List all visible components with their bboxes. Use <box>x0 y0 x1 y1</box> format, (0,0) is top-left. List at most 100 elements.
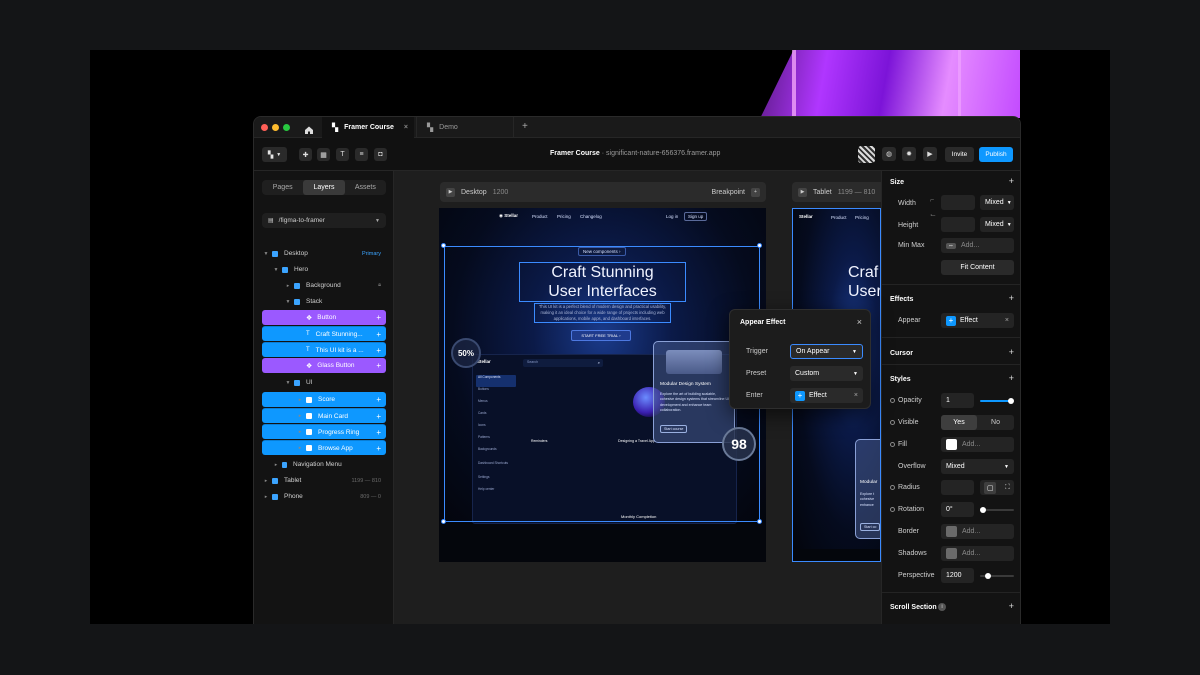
add-icon[interactable]: + <box>376 361 381 370</box>
opacity-field[interactable]: 1 <box>941 393 974 408</box>
lock-icon[interactable]: 🔒︎ <box>378 282 381 289</box>
info-icon[interactable]: i <box>938 603 946 611</box>
layer-browse-app[interactable]: ▸ Browse App + <box>262 440 386 455</box>
site-nav-pricing[interactable]: Pricing <box>557 214 571 219</box>
perspective-slider-knob[interactable] <box>985 573 991 579</box>
chevron-down-icon[interactable]: ▼ <box>284 380 292 386</box>
width-field[interactable] <box>941 195 975 210</box>
remove-icon[interactable]: × <box>1005 317 1009 324</box>
maximize-window-button[interactable] <box>283 124 290 131</box>
layer-glass-button[interactable]: ❖ Glass Button + <box>262 358 386 373</box>
invite-button[interactable]: Invite <box>945 147 974 162</box>
site-nav-product[interactable]: Product <box>532 214 548 219</box>
progress-ring[interactable]: 50% <box>451 338 481 368</box>
add-icon[interactable]: + <box>1009 601 1014 611</box>
fit-content-button[interactable]: Fit Content <box>941 260 1014 275</box>
option-dot-icon[interactable] <box>890 507 895 512</box>
layer-ui-kit-text[interactable]: T This UI kit is a ... + <box>262 342 386 357</box>
add-icon[interactable]: + <box>376 412 381 421</box>
radius-all-icon[interactable]: ▢ <box>984 481 997 494</box>
chevron-right-icon[interactable]: ▸ <box>296 397 304 403</box>
opacity-slider-knob[interactable] <box>1008 398 1014 404</box>
layer-progress-ring[interactable]: ▸ Progress Ring + <box>262 424 386 439</box>
layer-background[interactable]: ▸ Background 🔒︎ <box>262 278 386 293</box>
option-dot-icon[interactable] <box>890 442 895 447</box>
layer-hero[interactable]: ▼ Hero <box>262 262 386 277</box>
layer-phone[interactable]: ▸ Phone 809 — 0 <box>262 489 386 504</box>
insert-icon[interactable]: ✚ <box>299 148 312 161</box>
enter-effect-field[interactable]: + Effect × <box>790 388 863 403</box>
layer-stack[interactable]: ▼ Stack <box>262 294 386 309</box>
plugins-icon[interactable]: ◘ <box>374 148 387 161</box>
play-icon[interactable]: ▶ <box>923 147 937 161</box>
project-url[interactable]: · significant-nature-656376.framer.app <box>602 150 721 157</box>
site-nav-product[interactable]: Product <box>831 215 847 220</box>
chevron-down-icon[interactable]: ▼ <box>272 267 280 273</box>
add-icon[interactable]: + <box>376 313 381 322</box>
desktop-frame[interactable]: ◉ Stellar Product Pricing Changelog Log … <box>439 208 766 562</box>
tab-close-icon[interactable]: × <box>404 124 408 131</box>
rotation-slider-knob[interactable] <box>980 507 986 513</box>
add-icon[interactable]: + <box>376 330 381 339</box>
shadows-field[interactable]: Add... <box>941 546 1014 561</box>
link-icon[interactable]: ⌐ <box>930 197 934 204</box>
link-icon[interactable]: ⌙ <box>930 211 936 219</box>
add-icon[interactable]: + <box>376 346 381 355</box>
framer-menu-button[interactable]: ▚ ▼ <box>262 147 287 162</box>
gear-icon[interactable]: ✹ <box>902 147 916 161</box>
globe-icon[interactable]: ◍ <box>882 147 896 161</box>
chevron-right-icon[interactable]: ▸ <box>296 445 304 451</box>
minmax-field[interactable]: ⇔ Add... <box>941 238 1014 253</box>
add-icon[interactable]: + <box>1009 176 1014 186</box>
chevron-right-icon[interactable]: ▸ <box>296 413 304 419</box>
publish-button[interactable]: Publish <box>979 147 1013 162</box>
score-badge[interactable]: 98 <box>722 427 756 461</box>
cms-icon[interactable]: ≡ <box>355 148 368 161</box>
add-icon[interactable]: + <box>376 428 381 437</box>
tab-framer-course[interactable]: ▚ Framer Course × <box>322 117 414 138</box>
add-icon[interactable]: + <box>376 444 381 453</box>
chevron-right-icon[interactable]: ▸ <box>284 283 292 289</box>
layer-button[interactable]: ❖ Button + <box>262 310 386 325</box>
rotation-field[interactable]: 0° <box>941 502 974 517</box>
layer-craft-stunning[interactable]: T Craft Stunning... + <box>262 326 386 341</box>
preset-select[interactable]: Custom ▼ <box>790 366 863 381</box>
chevron-right-icon[interactable]: ▸ <box>296 429 304 435</box>
main-card[interactable]: Modular Design System Explore the art of… <box>653 341 735 443</box>
play-icon[interactable]: ▶ <box>798 187 807 197</box>
resize-handle[interactable] <box>757 243 762 248</box>
height-field[interactable] <box>941 217 975 232</box>
add-breakpoint-icon[interactable]: + <box>751 187 760 197</box>
trigger-select[interactable]: On Appear ▼ <box>790 344 863 359</box>
site-signup[interactable]: Sign up <box>684 212 708 221</box>
resize-handle[interactable] <box>441 243 446 248</box>
play-icon[interactable]: ▶ <box>446 187 455 197</box>
tab-pages[interactable]: Pages <box>262 180 303 195</box>
tab-demo[interactable]: ▚ Demo <box>416 117 514 138</box>
option-dot-icon[interactable] <box>890 420 895 425</box>
appear-effect-field[interactable]: + Effect × <box>941 313 1014 328</box>
border-field[interactable]: Add... <box>941 524 1014 539</box>
width-mode-select[interactable]: Mixed ▼ <box>980 195 1014 210</box>
radius-individual-icon[interactable]: ⛶ <box>1005 484 1010 492</box>
close-window-button[interactable] <box>261 124 268 131</box>
layer-main-card[interactable]: ▸ Main Card + <box>262 408 386 423</box>
home-icon[interactable] <box>304 122 314 134</box>
site-logo[interactable]: ◉ Stellar <box>499 213 518 219</box>
site-nav-changelog[interactable]: Changelog <box>580 214 602 219</box>
layer-tablet[interactable]: ▸ Tablet 1199 — 810 <box>262 473 386 488</box>
tab-layers[interactable]: Layers <box>303 180 345 195</box>
avatar[interactable] <box>858 146 875 163</box>
tablet-frame-header[interactable]: ▶ Tablet 1199 — 810 <box>792 182 881 202</box>
perspective-field[interactable]: 1200 <box>941 568 974 583</box>
text-icon[interactable]: T <box>336 148 349 161</box>
remove-icon[interactable]: × <box>854 392 858 399</box>
add-icon[interactable]: + <box>1009 373 1014 383</box>
layer-score[interactable]: ▸ Score + <box>262 392 386 407</box>
height-mode-select[interactable]: Mixed ▼ <box>980 217 1014 232</box>
visible-no-option[interactable]: No <box>977 415 1014 430</box>
site-nav-pricing[interactable]: Pricing <box>855 215 869 220</box>
chevron-right-icon[interactable]: ▸ <box>262 494 270 500</box>
chevron-down-icon[interactable]: ▼ <box>284 299 292 305</box>
new-tab-icon[interactable]: + <box>522 121 528 132</box>
